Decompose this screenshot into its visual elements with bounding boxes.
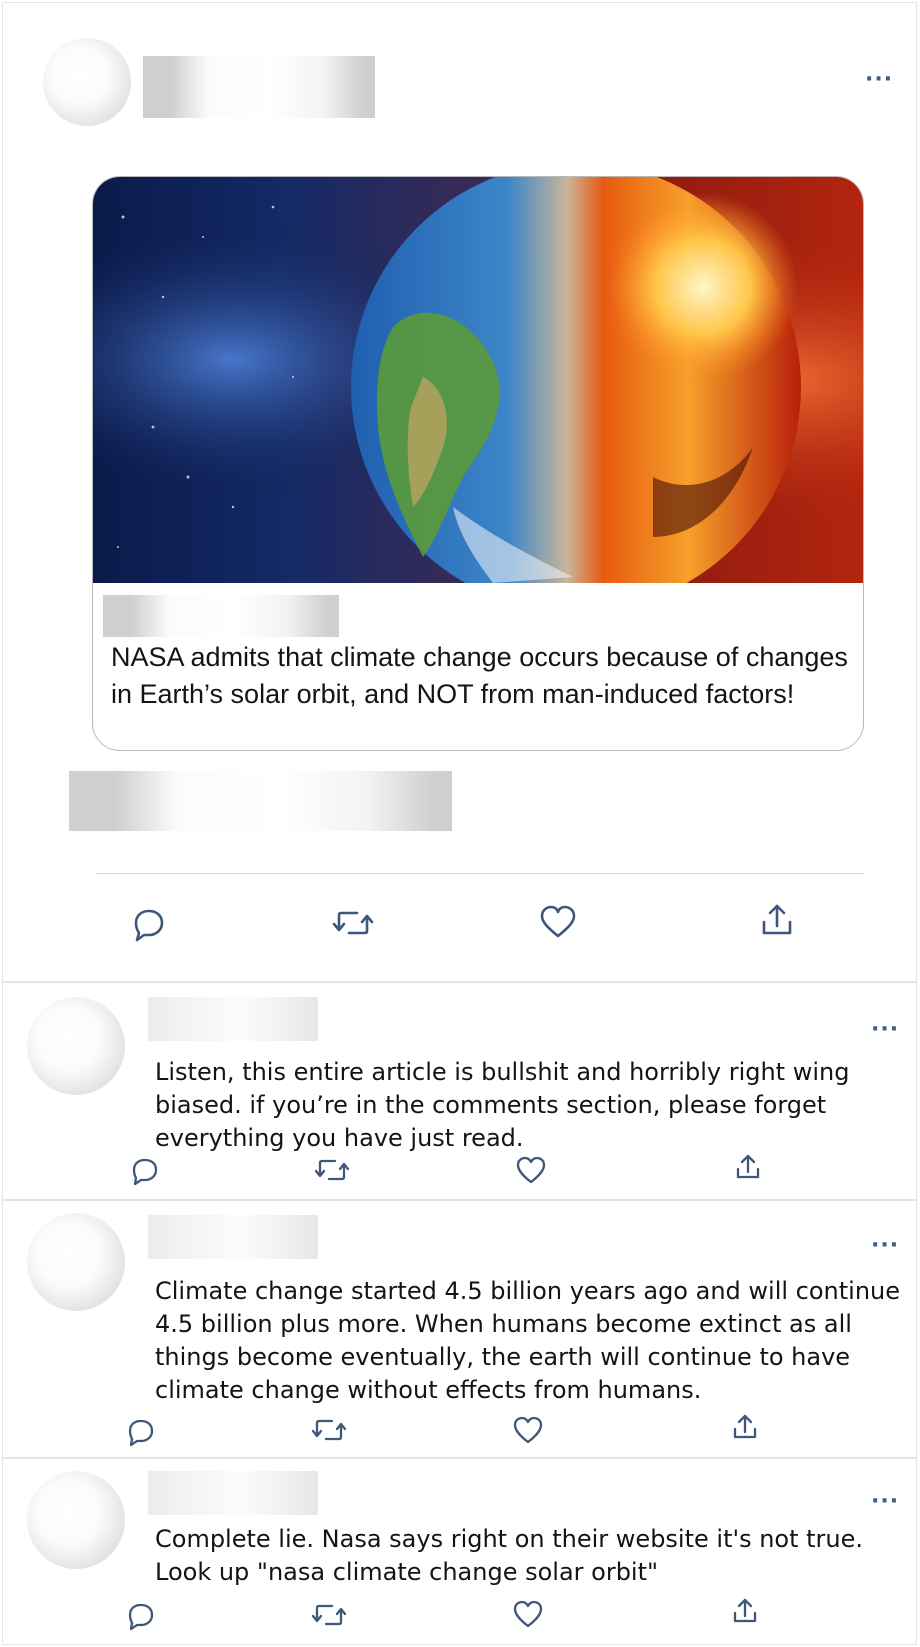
like-icon[interactable]	[513, 1416, 543, 1444]
main-post-action-bar	[134, 904, 792, 942]
retweet-icon[interactable]	[311, 1419, 347, 1441]
reply-action-bar	[132, 1154, 760, 1186]
retweet-icon[interactable]	[311, 1604, 347, 1626]
reply-item: ··· Complete lie. Nasa says right on the…	[3, 1461, 916, 1645]
share-icon[interactable]	[762, 904, 792, 935]
reply-icon[interactable]	[134, 909, 164, 942]
share-icon[interactable]	[736, 1154, 760, 1179]
reply-item: ··· Listen, this entire article is bulls…	[3, 985, 916, 1201]
reply-icon[interactable]	[128, 1419, 154, 1447]
share-icon[interactable]	[733, 1598, 757, 1623]
like-icon[interactable]	[516, 1156, 546, 1184]
retweet-icon[interactable]	[314, 1159, 350, 1181]
retweet-icon[interactable]	[332, 911, 374, 935]
like-icon[interactable]	[513, 1600, 543, 1628]
reply-icon[interactable]	[128, 1603, 154, 1631]
reply-action-bar	[128, 1598, 757, 1631]
main-post: ··· NASA admits that climate change occu…	[3, 3, 916, 983]
reply-icon[interactable]	[132, 1158, 158, 1186]
reply-item: ··· Climate change started 4.5 billion y…	[3, 1203, 916, 1459]
share-icon[interactable]	[733, 1414, 757, 1439]
reply-action-bar	[128, 1414, 757, 1447]
like-icon[interactable]	[540, 905, 576, 938]
